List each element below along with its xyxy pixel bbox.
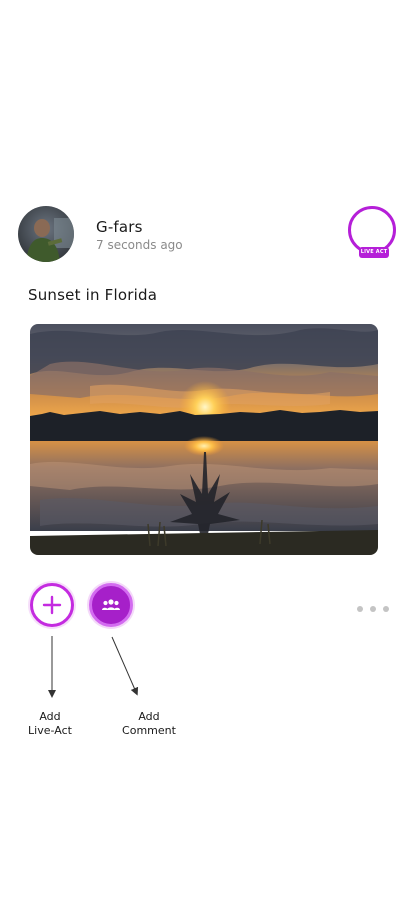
annotation-add-line2: Live-Act xyxy=(28,724,72,737)
annotation-add-comment: Add Comment xyxy=(114,710,184,738)
arrow-to-comment-button xyxy=(111,636,139,696)
annotation-comment-line1: Add xyxy=(138,710,160,723)
annotation-comment-line2: Comment xyxy=(122,724,176,737)
annotation-add-line1: Add xyxy=(39,710,61,723)
annotation-add-live-act: Add Live-Act xyxy=(20,710,80,738)
annotation-arrows xyxy=(48,636,139,698)
